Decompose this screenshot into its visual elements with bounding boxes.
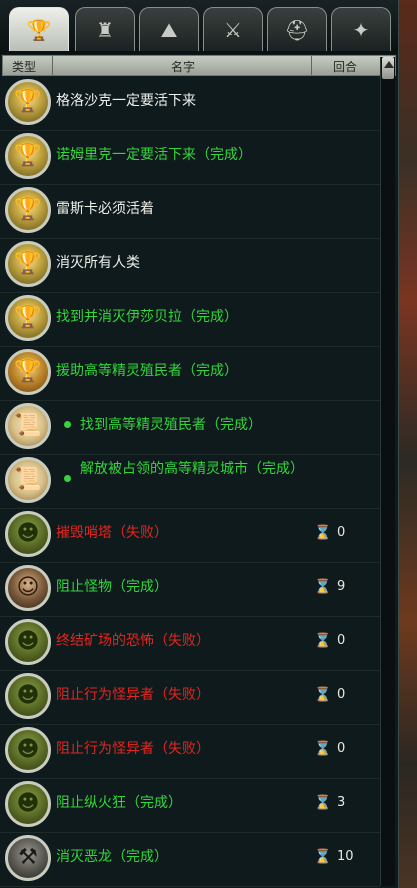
scroll-up-arrow-icon[interactable]: [384, 61, 394, 68]
quest-row[interactable]: 🏆 诺姆里克一定要活下来（完成）: [0, 130, 380, 185]
crossed-swords-icon: ⚔: [224, 17, 242, 42]
tab-battle[interactable]: ⚔: [203, 7, 263, 51]
quest-title: 找到高等精灵殖民者（完成）: [80, 417, 262, 433]
turns-remaining: 9: [337, 579, 346, 594]
trophy-icon: 🏆: [5, 295, 51, 341]
scroll-icon: 📜: [5, 457, 51, 503]
human-portrait-icon: ☺: [5, 565, 51, 611]
turns-remaining: 0: [337, 633, 346, 648]
quest-row[interactable]: 🏆 消灭所有人类: [0, 238, 380, 293]
tab-castle[interactable]: ♜: [75, 7, 135, 51]
bullet-icon: [64, 475, 71, 482]
hourglass-icon: ⌛: [314, 741, 332, 757]
quest-row[interactable]: ☻ 阻止行为怪异者（失败） ⌛ 0: [0, 670, 380, 725]
quest-row[interactable]: ☺ 阻止怪物（完成） ⌛ 9: [0, 562, 380, 617]
quest-title: 援助高等精灵殖民者（完成）: [56, 363, 238, 379]
quest-row[interactable]: ☻ 阻止行为怪异者（失败） ⌛ 0: [0, 724, 380, 779]
turns-remaining: 0: [337, 687, 346, 702]
turns-remaining: 0: [337, 741, 346, 756]
landscape-icon: ⛰: [160, 17, 178, 42]
helmet-icon: ⛑: [284, 17, 310, 42]
quest-title: 终结矿场的恐怖（失败）: [56, 633, 210, 649]
hourglass-icon: ⌛: [314, 525, 332, 541]
trophy-icon: 🏆: [5, 241, 51, 287]
quest-row[interactable]: 🏆 雷斯卡必须活着: [0, 184, 380, 239]
dragon-portrait-icon: ⚒: [5, 835, 51, 881]
hourglass-icon: ⌛: [314, 849, 332, 865]
quest-title: 阻止纵火狂（完成）: [56, 795, 182, 811]
tab-helmet[interactable]: ⛑: [267, 7, 327, 51]
hourglass-icon: ⌛: [314, 687, 332, 703]
scrollbar[interactable]: [380, 57, 395, 886]
column-name-header[interactable]: 名字: [171, 58, 195, 75]
orc-portrait-icon: ☻: [5, 511, 51, 557]
quest-title: 雷斯卡必须活着: [56, 201, 154, 217]
scrollbar-thumb[interactable]: [382, 57, 394, 79]
trophy-icon: 🏆: [5, 187, 51, 233]
bullet-icon: [64, 421, 71, 428]
column-type-header[interactable]: 类型: [12, 58, 36, 75]
hourglass-icon: ⌛: [314, 633, 332, 649]
compass-icon: ✦: [352, 17, 370, 42]
quest-title: 诺姆里克一定要活下来（完成）: [56, 147, 252, 163]
turns-remaining: 10: [337, 849, 354, 864]
turns-remaining: 0: [337, 525, 346, 540]
column-turns-header[interactable]: 回合: [333, 58, 357, 75]
quest-title: 阻止行为怪异者（失败）: [56, 687, 210, 703]
quest-table-header: 类型 名字 回合: [2, 55, 396, 76]
orc-portrait-icon: ☻: [5, 619, 51, 665]
quest-row[interactable]: ☻ 摧毁哨塔（失败） ⌛ 0: [0, 508, 380, 563]
turns-remaining: 3: [337, 795, 346, 810]
trophy-icon: 🏆: [5, 79, 51, 125]
quest-title: 阻止行为怪异者（失败）: [56, 741, 210, 757]
quest-row[interactable]: ☻ 阻止纵火狂（完成） ⌛ 3: [0, 778, 380, 833]
quest-row[interactable]: ⚒ 消灭恶龙（完成） ⌛ 10: [0, 832, 380, 887]
quest-title: 格洛沙克一定要活下来: [56, 93, 196, 109]
quest-row[interactable]: 🏆 找到并消灭伊莎贝拉（完成）: [0, 292, 380, 347]
game-background-edge: [398, 0, 417, 888]
hourglass-icon: ⌛: [314, 579, 332, 595]
tab-trophy[interactable]: 🏆: [9, 7, 69, 51]
quest-title: 阻止怪物（完成）: [56, 579, 168, 595]
trophy-icon: 🏆: [5, 349, 51, 395]
trophy-icon: 🏆: [5, 133, 51, 179]
hourglass-icon: ⌛: [314, 795, 332, 811]
quest-row[interactable]: 📜 解放被占领的高等精灵城市（完成）: [0, 454, 380, 509]
quest-row[interactable]: 🏆 格洛沙克一定要活下来: [0, 76, 380, 131]
tab-landscape[interactable]: ⛰: [139, 7, 199, 51]
scroll-icon: 📜: [5, 403, 51, 449]
quest-title: 消灭所有人类: [56, 255, 140, 271]
quest-title: 摧毁哨塔（失败）: [56, 525, 168, 541]
trophy-icon: 🏆: [26, 17, 52, 42]
tab-compass[interactable]: ✦: [331, 7, 391, 51]
quest-title: 消灭恶龙（完成）: [56, 849, 168, 865]
orc-portrait-icon: ☻: [5, 673, 51, 719]
quest-row[interactable]: ☻ 终结矿场的恐怖（失败） ⌛ 0: [0, 616, 380, 671]
castle-icon: ♜: [96, 17, 114, 42]
tab-bar: 🏆 ♜ ⛰ ⚔ ⛑ ✦: [0, 0, 398, 54]
orc-portrait-icon: ☻: [5, 781, 51, 827]
quest-log-panel: 🏆 ♜ ⛰ ⚔ ⛑ ✦ 类型 名字 回合 🏆 格洛沙克一定要活下来 🏆 诺姆里克一定要活下来（完…: [0, 0, 399, 888]
orc-portrait-icon: ☻: [5, 727, 51, 773]
quest-row[interactable]: 🏆 援助高等精灵殖民者（完成）: [0, 346, 380, 401]
quest-row[interactable]: 📜 找到高等精灵殖民者（完成）: [0, 400, 380, 455]
quest-title: 解放被占领的高等精灵城市（完成）: [80, 461, 304, 477]
quest-title: 找到并消灭伊莎贝拉（完成）: [56, 309, 238, 325]
